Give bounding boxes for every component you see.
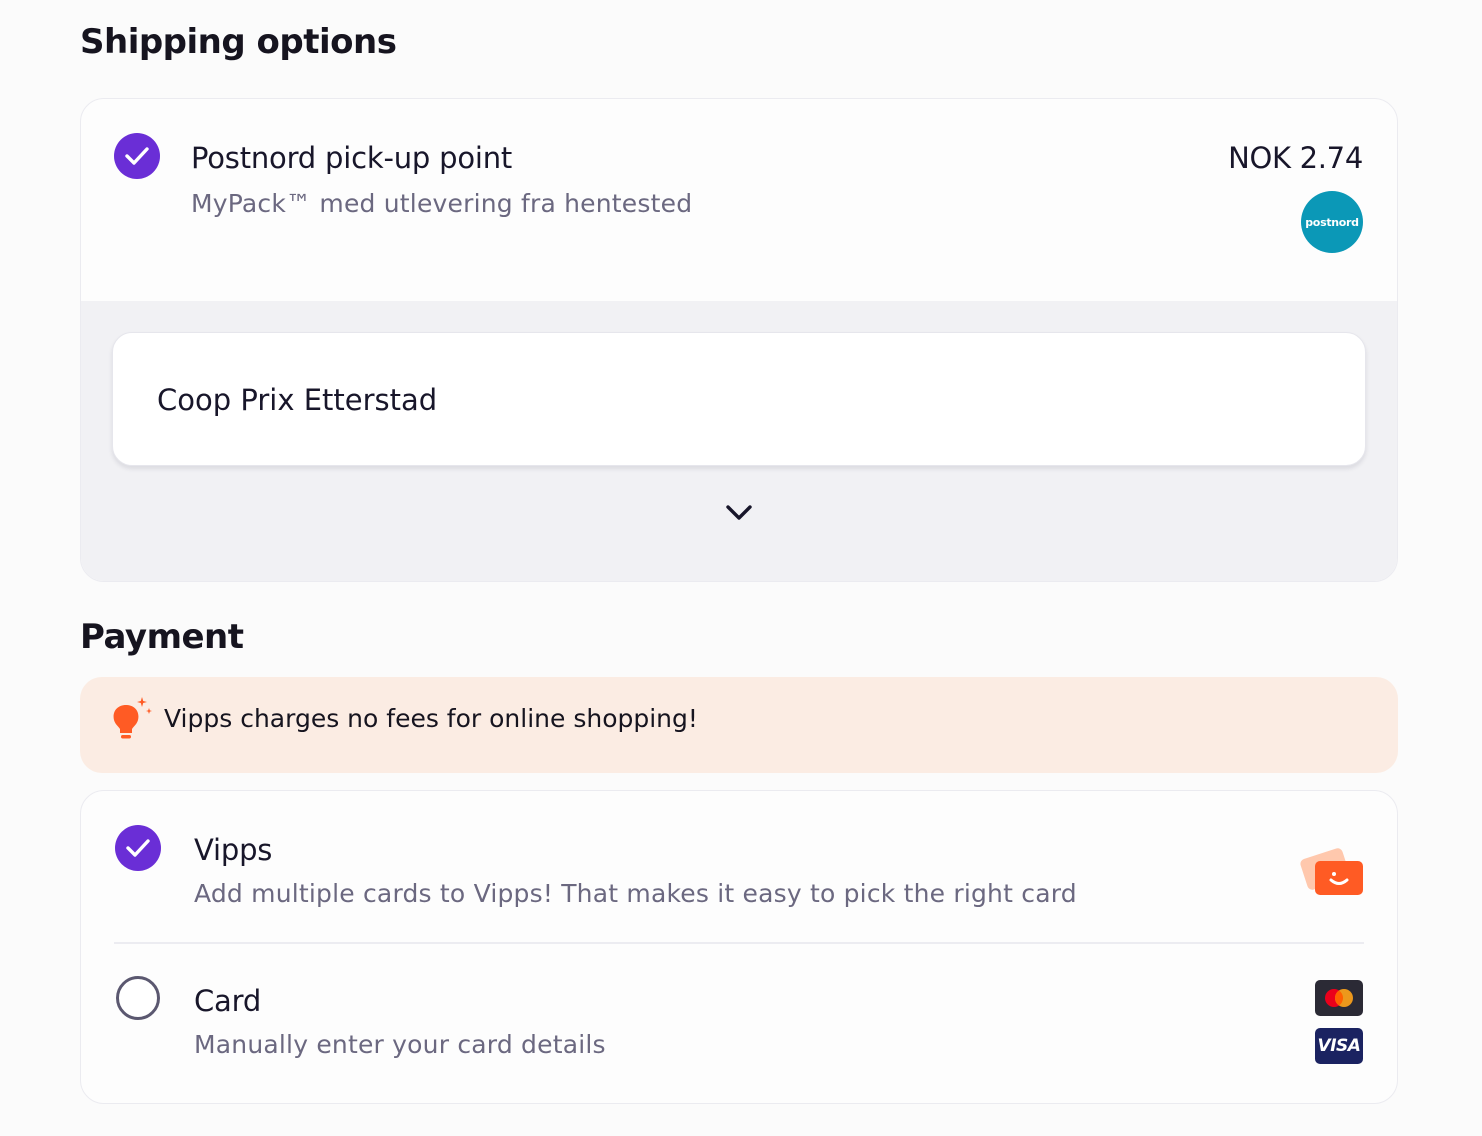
vipps-title: Vipps (194, 833, 273, 867)
shipping-option-title: Postnord pick-up point (191, 141, 513, 175)
checkmark-icon (126, 839, 150, 857)
payment-divider (114, 942, 1364, 944)
vipps-logo (1300, 848, 1363, 895)
payment-title: Payment (80, 617, 244, 657)
chevron-down-icon[interactable] (721, 501, 757, 525)
shipping-price: NOK 2.74 (1228, 141, 1363, 175)
promo-text: Vipps charges no fees for online shoppin… (164, 704, 698, 733)
vipps-subtitle: Add multiple cards to Vipps! That makes … (194, 879, 1077, 908)
pickup-point-panel: Coop Prix Etterstad (81, 301, 1397, 581)
card-radio-unchecked[interactable] (116, 976, 160, 1020)
card-title: Card (194, 984, 262, 1018)
card-subtitle: Manually enter your card details (194, 1030, 606, 1059)
pickup-point-select[interactable]: Coop Prix Etterstad (112, 332, 1366, 466)
postnord-logo: postnord (1301, 191, 1363, 253)
mastercard-logo (1315, 980, 1363, 1016)
pickup-point-name: Coop Prix Etterstad (157, 383, 438, 417)
payment-methods-card: Vipps Add multiple cards to Vipps! That … (80, 790, 1398, 1104)
shipping-radio-checked[interactable] (114, 133, 160, 179)
lightbulb-icon (113, 697, 152, 739)
shipping-options-title: Shipping options (80, 22, 397, 62)
checkmark-icon (125, 147, 149, 165)
shipping-option-subtitle: MyPack™ med utlevering fra hentested (191, 189, 693, 218)
shipping-option-card[interactable]: Postnord pick-up point MyPack™ med utlev… (80, 98, 1398, 582)
vipps-promo-banner: Vipps charges no fees for online shoppin… (80, 677, 1398, 773)
visa-logo: VISA (1315, 1028, 1363, 1064)
vipps-radio-checked[interactable] (115, 825, 161, 871)
